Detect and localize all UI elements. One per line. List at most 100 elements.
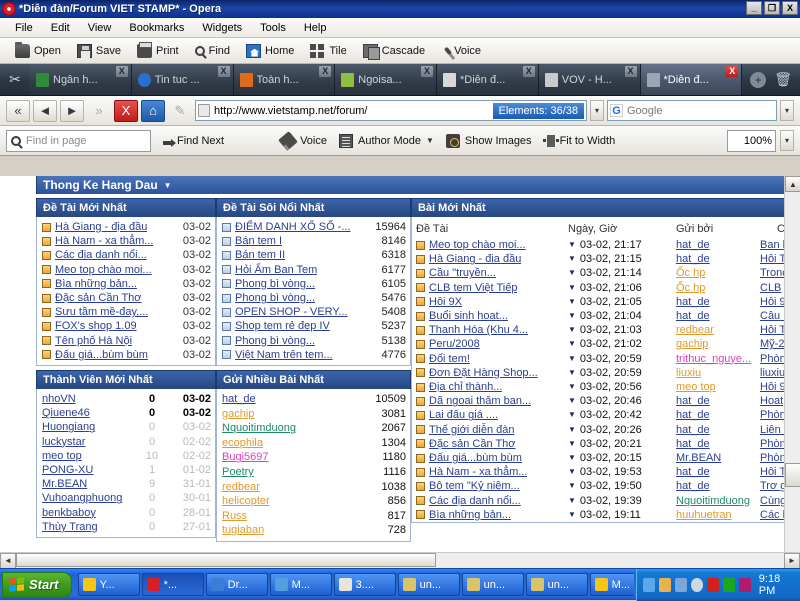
vertical-scroll-thumb[interactable]	[785, 463, 800, 487]
post-topic-link[interactable]: Hôi 9X	[429, 295, 462, 309]
poster-row[interactable]: Bugi56971180	[222, 450, 406, 465]
cascade-button[interactable]: Cascade	[356, 42, 432, 60]
menu-item-view[interactable]: View	[79, 20, 121, 36]
post-row[interactable]: Thế giới diễn đàn▼03-02, 20:26hat_deLiên…	[416, 423, 791, 437]
post-author-link[interactable]: hat_de	[676, 252, 760, 266]
member-row[interactable]: Thùy Trang027-01	[42, 520, 211, 534]
topic-row[interactable]: FOX's shop 1.0903-02	[42, 319, 211, 333]
post-row[interactable]: Buổi sinh hoat...▼03-02, 21:04hat_deCâu …	[416, 309, 791, 323]
chevron-down-icon[interactable]: ▼	[164, 181, 172, 190]
taskbar-button[interactable]: un...	[526, 573, 588, 596]
topic-link[interactable]: Việt Nam trên tem...	[235, 348, 333, 362]
topic-link[interactable]: Bán tem I	[235, 234, 282, 248]
member-name-link[interactable]: nhoVN	[42, 392, 135, 406]
topic-row[interactable]: Hà Nam - xa thẳm...03-02	[42, 234, 211, 248]
topic-row[interactable]: Phong bì vòng...6105	[222, 277, 406, 291]
taskbar-button[interactable]: Dr...	[206, 573, 268, 596]
menu-item-edit[interactable]: Edit	[42, 20, 79, 36]
open-button[interactable]: Open	[8, 42, 68, 60]
member-name-link[interactable]: Thùy Trang	[42, 520, 135, 534]
taskbar-button[interactable]: M...	[270, 573, 332, 596]
tab-settings-wrench-icon[interactable]: ✂	[0, 64, 30, 95]
post-row[interactable]: Địa chỉ thành...▼03-02, 20:56meo topHôi …	[416, 380, 791, 394]
volume-icon[interactable]	[675, 578, 687, 592]
scroll-left-button[interactable]: ◄	[0, 553, 16, 569]
goto-last-post-icon[interactable]: ▼	[568, 437, 576, 451]
post-author-link[interactable]: hat_de	[676, 295, 760, 309]
poster-row[interactable]: ecophila1304	[222, 436, 406, 451]
topic-link[interactable]: Đấu giá...bùm bùm	[55, 348, 148, 362]
post-author-link[interactable]: meo top	[676, 380, 760, 394]
vaio-icon[interactable]	[739, 578, 751, 592]
menu-item-widgets[interactable]: Widgets	[193, 20, 251, 36]
topic-link[interactable]: FOX's shop 1.09	[55, 319, 137, 333]
goto-last-post-icon[interactable]: ▼	[568, 465, 576, 479]
horizontal-scroll-thumb[interactable]	[16, 553, 436, 567]
topic-link[interactable]: Phong bì vòng...	[235, 277, 315, 291]
topic-link[interactable]: Shop tem rẻ đẹp IV	[235, 319, 330, 333]
poster-row[interactable]: gachip3081	[222, 407, 406, 422]
tab-close-icon[interactable]: X	[319, 66, 331, 77]
menu-item-file[interactable]: File	[6, 20, 42, 36]
horizontal-scroll-track[interactable]	[16, 553, 784, 569]
poster-row[interactable]: Russ817	[222, 509, 406, 524]
member-name-link[interactable]: PONG-XU	[42, 463, 135, 477]
post-topic-link[interactable]: Dã ngoai thăm ban...	[429, 394, 531, 408]
start-button[interactable]: Start	[2, 572, 72, 598]
goto-last-post-icon[interactable]: ▼	[568, 394, 576, 408]
browser-tab-3[interactable]: Toàn h... X	[234, 64, 336, 95]
clock-icon[interactable]	[691, 578, 703, 592]
post-topic-link[interactable]: Buổi sinh hoat...	[429, 309, 508, 323]
post-author-link[interactable]: hat_de	[676, 465, 760, 479]
goto-last-post-icon[interactable]: ▼	[568, 494, 576, 508]
topic-row[interactable]: Shop tem rẻ đẹp IV5237	[222, 319, 406, 333]
update-icon[interactable]	[659, 578, 671, 592]
post-row[interactable]: Dã ngoai thăm ban...▼03-02, 20:46hat_deH…	[416, 394, 791, 408]
goto-last-post-icon[interactable]: ▼	[568, 451, 576, 465]
restore-button[interactable]: ❐	[764, 1, 780, 15]
poster-name-link[interactable]: Russ	[222, 509, 358, 524]
post-author-link[interactable]: Ốc hp	[676, 281, 760, 295]
topic-link[interactable]: Phong bì vòng...	[235, 334, 315, 348]
topic-link[interactable]: Các địa danh nổi...	[55, 248, 147, 262]
topic-link[interactable]: Meo top chào moi...	[55, 263, 152, 277]
tab-close-icon[interactable]: X	[523, 66, 535, 77]
topic-row[interactable]: Bán tem II6318	[222, 248, 406, 262]
post-author-link[interactable]: hat_de	[676, 479, 760, 493]
topic-row[interactable]: Tên phố Hà Nội03-02	[42, 334, 211, 348]
back-button[interactable]: ◄	[33, 100, 57, 122]
topic-row[interactable]: Hỏi Ẩm Ban Tem6177	[222, 263, 406, 277]
poster-name-link[interactable]: Poetry	[222, 465, 358, 480]
post-row[interactable]: Thanh Hóa (Khu 4...▼03-02, 21:03redbearH…	[416, 323, 791, 337]
forward-button[interactable]: ►	[60, 100, 84, 122]
url-dropdown-icon[interactable]: ▾	[590, 100, 604, 121]
goto-last-post-icon[interactable]: ▼	[568, 337, 576, 351]
post-row[interactable]: Cầu "truyền...▼03-02, 21:14Ốc hpTronc	[416, 266, 791, 280]
close-button[interactable]: X	[782, 1, 798, 15]
post-topic-link[interactable]: Bìa những bản...	[429, 508, 511, 522]
taskbar-button[interactable]: un...	[462, 573, 524, 596]
home-button[interactable]: ⌂	[141, 100, 165, 122]
member-row[interactable]: Vuhoangphuong030-01	[42, 491, 211, 505]
post-row[interactable]: Bìa những bản...▼03-02, 19:11huuhuetranC…	[416, 508, 791, 522]
taskbar-button[interactable]: M...	[590, 573, 634, 596]
post-row[interactable]: Hà Giang - địa đầu▼03-02, 21:15hat_deHôi…	[416, 252, 791, 266]
post-row[interactable]: Lai đấu giá ....▼03-02, 20:42hat_dePhòn	[416, 408, 791, 422]
member-row[interactable]: Qiuene46003-02	[42, 406, 211, 420]
post-author-link[interactable]: hat_de	[676, 408, 760, 422]
member-name-link[interactable]: Vuhoangphuong	[42, 491, 135, 505]
goto-last-post-icon[interactable]: ▼	[568, 479, 576, 493]
topic-link[interactable]: Đặc sản Cần Thơ	[55, 291, 142, 305]
kaspersky-icon[interactable]	[707, 578, 719, 592]
search-input[interactable]: Google	[627, 105, 662, 117]
topic-row[interactable]: Meo top chào moi...03-02	[42, 263, 211, 277]
post-topic-link[interactable]: Đấu giá...bùm bùm	[429, 451, 522, 465]
post-row[interactable]: Đổi tem!▼03-02, 20:59trithuc_nguye...Phò…	[416, 352, 791, 366]
member-row[interactable]: nhoVN003-02	[42, 392, 211, 406]
back-all-button[interactable]: «	[6, 100, 30, 122]
goto-last-post-icon[interactable]: ▼	[568, 238, 576, 252]
menu-item-tools[interactable]: Tools	[251, 20, 295, 36]
menu-item-help[interactable]: Help	[295, 20, 336, 36]
minimize-button[interactable]: _	[746, 1, 762, 15]
tab-close-icon[interactable]: X	[116, 66, 128, 77]
